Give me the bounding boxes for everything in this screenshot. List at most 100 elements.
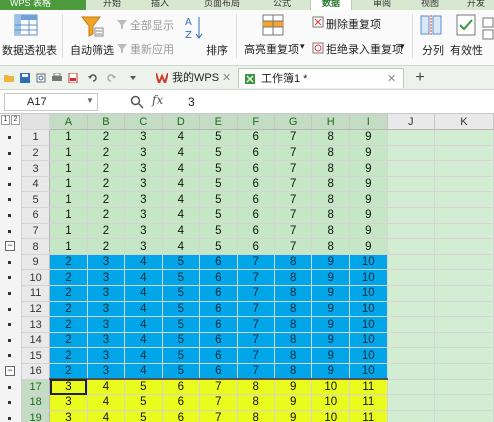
cell-d12[interactable]: 5 (162, 301, 201, 318)
cell-d8[interactable]: 4 (162, 238, 201, 255)
column-header-j[interactable]: J (387, 114, 435, 131)
data-validation-button[interactable]: 有效性 (450, 42, 483, 58)
cell-f1[interactable]: 6 (237, 129, 275, 146)
cell-k15[interactable] (434, 347, 494, 364)
cell-b7[interactable]: 2 (87, 223, 126, 240)
cell-c1[interactable]: 3 (124, 129, 163, 146)
cell-e19[interactable]: 7 (199, 410, 238, 422)
column-header-f[interactable]: F (237, 114, 275, 131)
collapse-group-button[interactable]: − (5, 241, 15, 252)
cell-i4[interactable]: 9 (349, 176, 388, 193)
cell-k9[interactable] (434, 254, 494, 271)
cell-a9[interactable]: 2 (49, 254, 88, 271)
redo-icon[interactable] (106, 73, 116, 83)
cell-e5[interactable]: 5 (199, 191, 238, 209)
cell-i5[interactable]: 9 (349, 191, 388, 209)
cell-k6[interactable] (434, 207, 494, 224)
cell-k5[interactable] (434, 191, 494, 209)
cell-c10[interactable]: 4 (124, 269, 163, 287)
cell-i10[interactable]: 10 (349, 269, 388, 287)
column-header-e[interactable]: E (199, 114, 238, 131)
cell-i17[interactable]: 11 (349, 378, 388, 396)
cell-h19[interactable]: 10 (311, 410, 351, 422)
cell-j4[interactable] (387, 176, 435, 193)
cell-h16[interactable]: 9 (311, 363, 351, 380)
cell-e3[interactable]: 5 (199, 160, 238, 177)
export-pdf-icon[interactable] (68, 73, 78, 83)
cell-f8[interactable]: 6 (237, 238, 275, 255)
cell-f2[interactable]: 6 (237, 145, 275, 162)
name-box[interactable]: A17 (4, 93, 98, 111)
cell-d5[interactable]: 4 (162, 191, 201, 209)
cell-g1[interactable]: 7 (274, 129, 313, 146)
cell-h15[interactable]: 9 (311, 347, 351, 364)
cell-b15[interactable]: 3 (87, 347, 126, 364)
row-header[interactable]: 5 (22, 191, 51, 209)
cell-f5[interactable]: 6 (237, 191, 275, 209)
cell-a4[interactable]: 1 (49, 176, 88, 193)
cell-e12[interactable]: 6 (199, 301, 238, 318)
row-header[interactable]: 8 (22, 238, 51, 255)
column-header-a[interactable]: A (49, 114, 88, 131)
open-folder-icon[interactable] (4, 73, 14, 83)
cell-c14[interactable]: 4 (124, 332, 163, 349)
cell-f7[interactable]: 6 (237, 223, 275, 240)
autofilter-button[interactable]: 自动筛选 (70, 42, 114, 58)
cell-f12[interactable]: 7 (237, 301, 275, 318)
cell-b11[interactable]: 3 (87, 285, 126, 302)
cell-b9[interactable]: 3 (87, 254, 126, 271)
cell-h13[interactable]: 9 (311, 316, 351, 333)
cell-f14[interactable]: 7 (237, 332, 275, 349)
cell-g4[interactable]: 7 (274, 176, 313, 193)
cell-j5[interactable] (387, 191, 435, 209)
cell-f18[interactable]: 8 (237, 394, 275, 411)
cell-j17[interactable] (387, 379, 435, 396)
cell-b2[interactable]: 2 (87, 145, 126, 162)
cell-a10[interactable]: 2 (49, 269, 88, 287)
cell-j18[interactable] (387, 394, 435, 411)
tab-workbook1[interactable]: 工作簿1 * ✕ (238, 68, 404, 88)
formula-input[interactable]: 3 (180, 93, 490, 111)
cell-d6[interactable]: 4 (162, 207, 201, 224)
more-ribbon-icon[interactable] (482, 16, 494, 40)
cell-g10[interactable]: 8 (274, 269, 313, 287)
cell-a15[interactable]: 2 (49, 347, 88, 364)
cell-i8[interactable]: 9 (349, 238, 388, 255)
cell-j10[interactable] (387, 269, 435, 287)
insert-function-button[interactable]: fx (152, 93, 163, 107)
cell-c18[interactable]: 5 (124, 394, 163, 411)
collapse-group-button[interactable]: − (5, 366, 15, 376)
cell-a17[interactable]: 3 (49, 378, 88, 396)
cell-d7[interactable]: 4 (162, 223, 201, 240)
sort-button[interactable]: 排序 (206, 42, 228, 58)
cell-i2[interactable]: 9 (349, 145, 388, 162)
cell-a13[interactable]: 2 (49, 316, 88, 333)
reject-duplicates-button[interactable]: 拒绝录入重复项 (326, 41, 403, 57)
cell-c4[interactable]: 3 (124, 176, 163, 193)
cell-f13[interactable]: 7 (237, 316, 275, 333)
cell-i11[interactable]: 10 (349, 285, 388, 302)
cell-b19[interactable]: 4 (87, 410, 126, 422)
cell-d4[interactable]: 4 (162, 176, 201, 193)
cell-f3[interactable]: 6 (237, 160, 275, 177)
pivot-table-button[interactable]: 数据透视表 (2, 42, 57, 58)
cell-h12[interactable]: 9 (311, 301, 351, 318)
cell-i7[interactable]: 9 (349, 223, 388, 240)
cell-a12[interactable]: 2 (49, 301, 88, 318)
outline-level-1-button[interactable]: 1 (1, 115, 10, 125)
cell-j7[interactable] (387, 223, 435, 240)
cell-f9[interactable]: 7 (237, 254, 275, 271)
cell-k16[interactable] (434, 363, 494, 380)
cell-c5[interactable]: 3 (124, 191, 163, 209)
cell-f4[interactable]: 6 (237, 176, 275, 193)
column-header-c[interactable]: C (124, 114, 163, 131)
tab-developer[interactable]: 开发 (458, 0, 494, 10)
cell-i1[interactable]: 9 (349, 129, 388, 146)
close-icon[interactable]: ✕ (387, 69, 396, 89)
cell-g16[interactable]: 8 (274, 363, 313, 380)
row-header[interactable]: 1 (22, 129, 51, 146)
cell-h11[interactable]: 9 (311, 285, 351, 302)
cell-d9[interactable]: 5 (162, 254, 201, 271)
cell-j9[interactable] (387, 254, 435, 271)
cell-h14[interactable]: 9 (311, 332, 351, 349)
